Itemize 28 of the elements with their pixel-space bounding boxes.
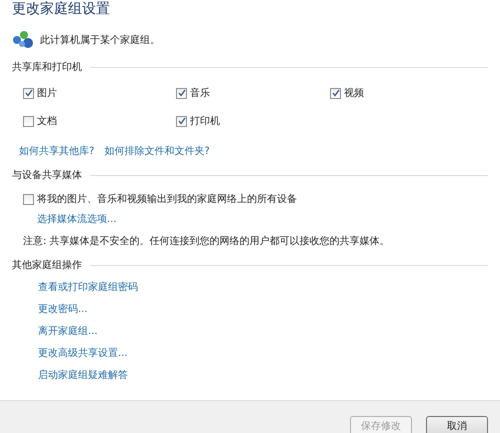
action-link[interactable]: 更改高级共享设置... xyxy=(38,346,128,360)
action-link[interactable]: 启动家庭组疑难解答 xyxy=(38,368,128,382)
checkbox-label: 将我的图片、音乐和视频输出到我的家庭网络上的所有设备 xyxy=(37,192,297,206)
page-title: 更改家庭组设置 xyxy=(12,0,111,19)
action-link[interactable]: 更改密码... xyxy=(38,302,88,316)
homegroup-icon xyxy=(12,30,34,50)
section-heading: 其他家庭组操作 xyxy=(12,258,82,272)
help-link[interactable]: 如何共享其他库? xyxy=(19,144,94,158)
action-link[interactable]: 离开家庭组... xyxy=(38,324,98,338)
checkbox[interactable] xyxy=(330,88,341,98)
section-heading: 共享库和打印机 xyxy=(12,60,82,74)
help-link[interactable]: 如何排除文件和文件夹? xyxy=(104,144,210,158)
action-link[interactable]: 查看或打印家庭组密码 xyxy=(38,280,138,294)
media-options-link[interactable]: 选择媒体流选项... xyxy=(37,214,117,225)
checkbox-label: 图片 xyxy=(37,86,57,100)
note-text: 注意: 共享媒体是不安全的。任何连接到您的网络的用户都可以接收您的共享媒体。 xyxy=(23,236,390,247)
checkbox[interactable] xyxy=(176,88,187,98)
checkbox[interactable] xyxy=(23,88,34,98)
checkbox[interactable] xyxy=(23,116,34,126)
checkbox-label: 文档 xyxy=(37,114,57,128)
checkbox-label: 视频 xyxy=(344,86,364,100)
checkbox-label: 音乐 xyxy=(190,86,210,100)
checkbox[interactable] xyxy=(23,194,34,204)
cancel-button[interactable]: 取消 xyxy=(426,416,488,433)
section-heading: 与设备共享媒体 xyxy=(12,168,82,182)
membership-text: 此计算机属于某个家庭组。 xyxy=(40,34,160,47)
checkbox[interactable] xyxy=(176,116,187,126)
checkbox-label: 打印机 xyxy=(190,114,220,128)
